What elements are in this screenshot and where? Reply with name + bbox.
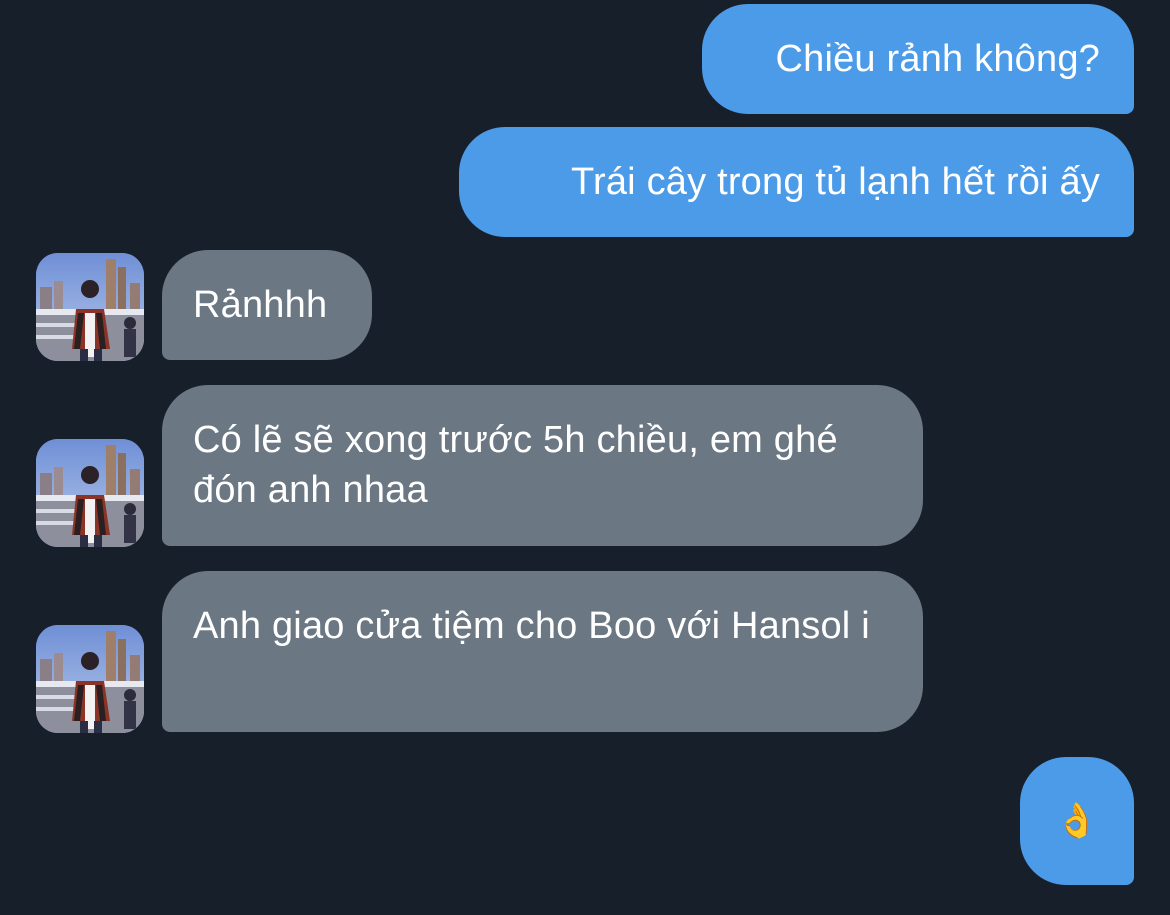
contact-avatar[interactable] xyxy=(36,625,144,733)
message-bubble-incoming[interactable]: Anh giao cửa tiệm cho Boo với Hansol i xyxy=(162,571,923,732)
avatar-image xyxy=(36,253,144,361)
contact-avatar[interactable] xyxy=(36,439,144,547)
message-bubble-incoming[interactable]: Có lẽ sẽ xong trước 5h chiều, em ghé đón… xyxy=(162,385,923,546)
message-bubble-outgoing[interactable]: 👌 xyxy=(1020,757,1134,885)
avatar-image xyxy=(36,439,144,547)
contact-avatar[interactable] xyxy=(36,253,144,361)
message-bubble-outgoing[interactable]: Chiều rảnh không? xyxy=(702,4,1134,114)
chat-thread: Chiều rảnh không? Trái cây trong tủ lạnh… xyxy=(0,0,1170,915)
message-text: Anh giao cửa tiệm cho Boo với Hansol i xyxy=(193,605,870,647)
avatar-image xyxy=(36,625,144,733)
message-text: Trái cây trong tủ lạnh hết rồi ấy xyxy=(570,161,1100,203)
message-text: Có lẽ sẽ xong trước 5h chiều, em ghé đón… xyxy=(193,419,838,511)
message-text: Chiều rảnh không? xyxy=(775,38,1100,80)
message-text: Rảnhhh xyxy=(193,284,328,326)
ok-hand-emoji: 👌 xyxy=(1055,802,1099,840)
message-bubble-incoming[interactable]: Rảnhhh xyxy=(162,250,372,360)
message-bubble-outgoing[interactable]: Trái cây trong tủ lạnh hết rồi ấy xyxy=(459,127,1134,237)
